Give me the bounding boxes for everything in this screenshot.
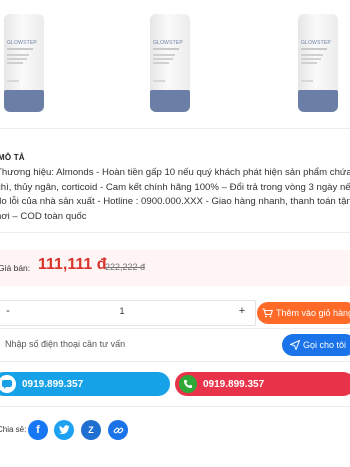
divider (0, 406, 350, 407)
quantity-decrease-button[interactable]: - (1, 305, 15, 317)
hotline-number: 0919.899.357 (203, 378, 265, 390)
share-zalo-button[interactable]: Z (81, 420, 101, 440)
share-twitter-button[interactable] (54, 420, 74, 440)
zalo-share-icon: Z (88, 425, 94, 435)
facebook-icon: f (36, 424, 40, 436)
description-text: Thương hiệu: Almonds - Hoàn tiền gấp 10 … (0, 167, 350, 222)
hotline-number: 0919.899.357 (22, 378, 84, 390)
product-image[interactable]: GLOWSTEP (150, 14, 190, 112)
divider (0, 128, 350, 129)
phone-number-input[interactable]: Nhập số điện thoại cần tư vấn (5, 339, 125, 349)
zalo-icon (0, 375, 16, 393)
price-box: Giá bán: 111,111 đ 222,222 đ (0, 250, 350, 286)
description-heading: MÔ TẢ (0, 153, 25, 162)
divider (0, 232, 350, 233)
phone-icon (179, 375, 197, 393)
add-to-cart-button[interactable]: Thêm vào giỏ hàng (257, 302, 350, 324)
original-price: 222,222 đ (105, 262, 146, 272)
divider (0, 361, 350, 362)
share-label: Chia sẻ: (0, 425, 27, 434)
product-brand-text: GLOWSTEP (153, 40, 183, 46)
hotline-call-button[interactable]: 0919.899.357 (175, 372, 350, 396)
divider (0, 328, 350, 329)
link-icon (113, 427, 123, 433)
call-me-button[interactable]: Gọi cho tôi (282, 334, 350, 356)
product-image[interactable]: GLOWSTEP (4, 14, 44, 112)
quantity-increase-button[interactable]: + (235, 305, 249, 317)
cart-icon (262, 308, 273, 318)
add-to-cart-label: Thêm vào giỏ hàng (276, 308, 350, 318)
product-image[interactable]: GLOWSTEP (298, 14, 338, 112)
product-gallery: GLOWSTEP GLOWSTEP GLOWSTEP (0, 0, 350, 120)
share-facebook-button[interactable]: f (28, 420, 48, 440)
call-me-label: Gọi cho tôi (303, 340, 347, 350)
quantity-input[interactable]: 1 (107, 306, 137, 316)
hotline-zalo-button[interactable]: 0919.899.357 (0, 372, 170, 396)
product-brand-text: GLOWSTEP (7, 40, 37, 46)
copy-link-button[interactable] (108, 420, 128, 440)
quantity-stepper: - 1 + (0, 300, 256, 326)
twitter-icon (58, 425, 69, 434)
current-price: 111,111 đ (38, 256, 107, 273)
price-label: Giá bán: (0, 263, 31, 273)
product-brand-text: GLOWSTEP (301, 40, 331, 46)
send-icon (290, 340, 300, 350)
